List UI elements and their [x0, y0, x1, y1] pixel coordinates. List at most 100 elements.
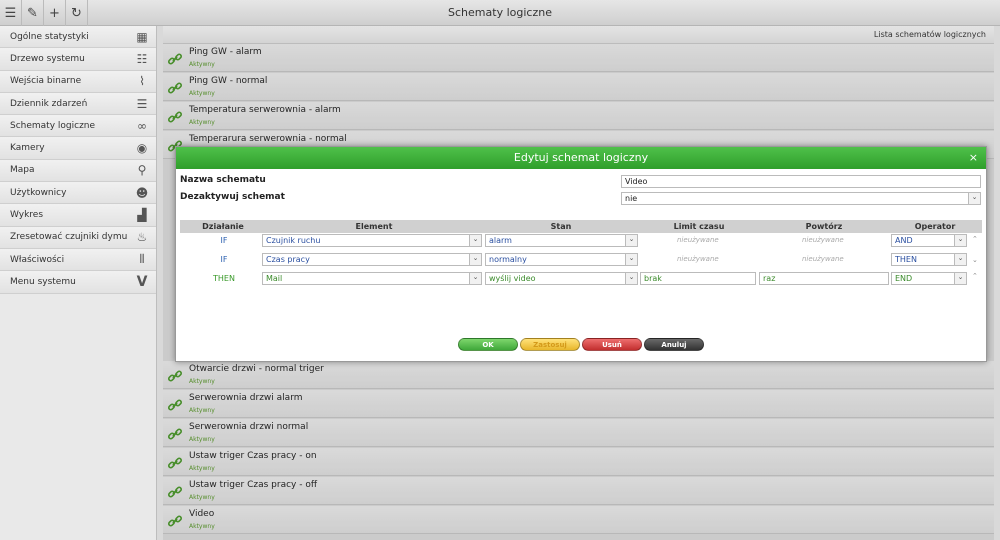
- element-value: Czujnik ruchu: [266, 236, 321, 245]
- dialog-header: Edytuj schemat logiczny ×: [176, 147, 986, 169]
- element-select[interactable]: Mail ⌄: [262, 272, 482, 285]
- state-value: normalny: [489, 255, 527, 264]
- time-limit-value: nieużywane: [677, 255, 719, 263]
- dashboard-grid-icon: ▦: [136, 29, 148, 44]
- time-limit-value: nieużywane: [677, 236, 719, 244]
- apply-button[interactable]: Zastosuj: [520, 338, 580, 351]
- state-select[interactable]: alarm ⌄: [485, 234, 638, 247]
- state-select[interactable]: wyślij video ⌄: [485, 272, 638, 285]
- scroll-up-icon[interactable]: ⌃: [972, 235, 978, 243]
- time-limit-input[interactable]: brak: [640, 272, 756, 285]
- page-title: Schematy logiczne: [448, 6, 552, 19]
- column-header: Powtórz: [805, 222, 843, 231]
- sidebar-item-cameras[interactable]: Kamery ◉: [0, 137, 156, 160]
- flame-icon: ♨: [136, 230, 148, 245]
- v-logo-icon: V: [136, 273, 148, 290]
- chevron-down-icon: ⌄: [469, 235, 481, 246]
- operator-value: AND: [895, 236, 913, 245]
- sidebar-item-logic-schemes[interactable]: Schematy logiczne ∞: [0, 115, 156, 138]
- sidebar-item-label: Schematy logiczne: [10, 120, 96, 131]
- rule-row: IF Czujnik ruchu ⌄ alarm ⌄ nieużywane nieu…: [180, 234, 982, 251]
- dialog-title: Edytuj schemat logiczny: [513, 151, 649, 164]
- element-select[interactable]: Czujnik ruchu ⌄: [262, 234, 482, 247]
- ok-button[interactable]: OK: [458, 338, 518, 351]
- repeat-input[interactable]: raz: [759, 272, 889, 285]
- sidebar-item-event-log[interactable]: Dziennik zdarzeń ☰: [0, 92, 156, 116]
- sidebar-item-label: Kamery: [10, 143, 45, 154]
- sidebar: Ogólne statystyki ▦ Drzewo systemu ☷ Wejśc…: [0, 26, 157, 540]
- sidebar-item-binary-inputs[interactable]: Wejścia binarne ⌇: [0, 70, 156, 93]
- sidebar-item-system-tree[interactable]: Drzewo systemu ☷: [0, 48, 156, 71]
- sidebar-item-properties[interactable]: Właściwości ⫴: [0, 248, 156, 272]
- operator-select[interactable]: AND ⌄: [891, 234, 967, 247]
- operator-value: THEN: [895, 255, 917, 264]
- sidebar-item-label: Menu systemu: [10, 276, 76, 287]
- sidebar-item-label: Mapa: [10, 165, 35, 176]
- users-icon: ☻: [135, 185, 149, 200]
- dialog-buttons: OK Zastosuj Usuń Anuluj: [176, 338, 988, 352]
- rule-action: THEN: [213, 274, 235, 283]
- operator-value: END: [895, 274, 913, 283]
- scheme-name-input[interactable]: Video: [621, 175, 981, 188]
- rules-table-header: Działanie Element Stan Limit czasu Powtó…: [180, 220, 982, 233]
- edit-scheme-dialog: Edytuj schemat logiczny × Nazwa schematu…: [175, 146, 987, 362]
- sidebar-item-chart[interactable]: Wykres ▟: [0, 204, 156, 227]
- scheme-name-label: Nazwa schematu: [180, 175, 266, 185]
- sidebar-item-label: Wejścia binarne: [10, 76, 82, 87]
- chevron-down-icon: ⌄: [954, 273, 966, 284]
- operator-select[interactable]: THEN ⌄: [891, 253, 967, 266]
- element-value: Czas pracy: [266, 255, 310, 264]
- repeat-value: nieużywane: [802, 255, 844, 263]
- chevron-down-icon: ⌄: [625, 254, 637, 265]
- element-select[interactable]: Czas pracy ⌄: [262, 253, 482, 266]
- sidebar-item-label: Drzewo systemu: [10, 53, 85, 64]
- chevron-down-icon: ⌄: [968, 193, 980, 204]
- chevron-down-icon: ⌄: [625, 273, 637, 284]
- rule-action: IF: [220, 255, 228, 264]
- chevron-down-icon: ⌄: [954, 254, 966, 265]
- column-header: Limit czasu: [673, 222, 725, 231]
- operator-select[interactable]: END ⌄: [891, 272, 967, 285]
- sidebar-item-map[interactable]: Mapa ⚲: [0, 159, 156, 183]
- sidebar-item-system-menu[interactable]: Menu systemu V: [0, 271, 156, 294]
- sidebar-item-label: Użytkownicy: [10, 187, 67, 198]
- deactivate-label: Dezaktywuj schemat: [180, 192, 285, 202]
- sidebar-item-label: Dziennik zdarzeń: [10, 98, 88, 109]
- sidebar-item-reset-smoke[interactable]: Zresetować czujniki dymu ♨: [0, 226, 156, 249]
- link-icon: ∞: [137, 118, 147, 133]
- cancel-button[interactable]: Anuluj: [644, 338, 704, 351]
- rule-action: IF: [220, 236, 228, 245]
- scroll-up-icon[interactable]: ⌃: [972, 272, 978, 280]
- state-value: wyślij video: [489, 274, 536, 283]
- binary-input-icon: ⌇: [139, 74, 145, 89]
- column-header: Stan: [550, 222, 572, 231]
- column-header: Działanie: [202, 222, 244, 231]
- eye-icon: ◉: [136, 141, 148, 156]
- chevron-down-icon: ⌄: [469, 273, 481, 284]
- column-header: Element: [355, 222, 393, 231]
- rule-row: IF Czas pracy ⌄ normalny ⌄ nieużywane nieu…: [180, 253, 982, 270]
- sidebar-item-label: Ogólne statystyki: [10, 31, 89, 42]
- top-bar: ☰ ✎ + ↻ Schematy logiczne: [0, 0, 1000, 26]
- sidebar-item-label: Zresetować czujniki dymu: [10, 232, 128, 243]
- bar-chart-icon: ▟: [137, 208, 147, 223]
- list-header: Lista schematów logicznych: [163, 26, 994, 44]
- state-select[interactable]: normalny ⌄: [485, 253, 638, 266]
- sidebar-item-label: Wykres: [10, 210, 44, 221]
- map-pin-icon: ⚲: [137, 163, 147, 178]
- repeat-value: nieużywane: [802, 236, 844, 244]
- list-icon: ☰: [136, 96, 148, 111]
- deactivate-value: nie: [625, 194, 638, 203]
- sidebar-item-statistics[interactable]: Ogólne statystyki ▦: [0, 26, 156, 49]
- sliders-icon: ⫴: [139, 252, 145, 267]
- deactivate-select[interactable]: nie ⌄: [621, 192, 981, 205]
- close-icon[interactable]: ×: [969, 151, 978, 164]
- element-value: Mail: [266, 274, 283, 283]
- sidebar-item-users[interactable]: Użytkownicy ☻: [0, 182, 156, 205]
- chevron-down-icon: ⌄: [625, 235, 637, 246]
- delete-button[interactable]: Usuń: [582, 338, 642, 351]
- state-value: alarm: [489, 236, 512, 245]
- tree-icon: ☷: [136, 51, 148, 66]
- scroll-down-icon[interactable]: ⌄: [972, 256, 978, 264]
- column-header: Operator: [914, 222, 956, 231]
